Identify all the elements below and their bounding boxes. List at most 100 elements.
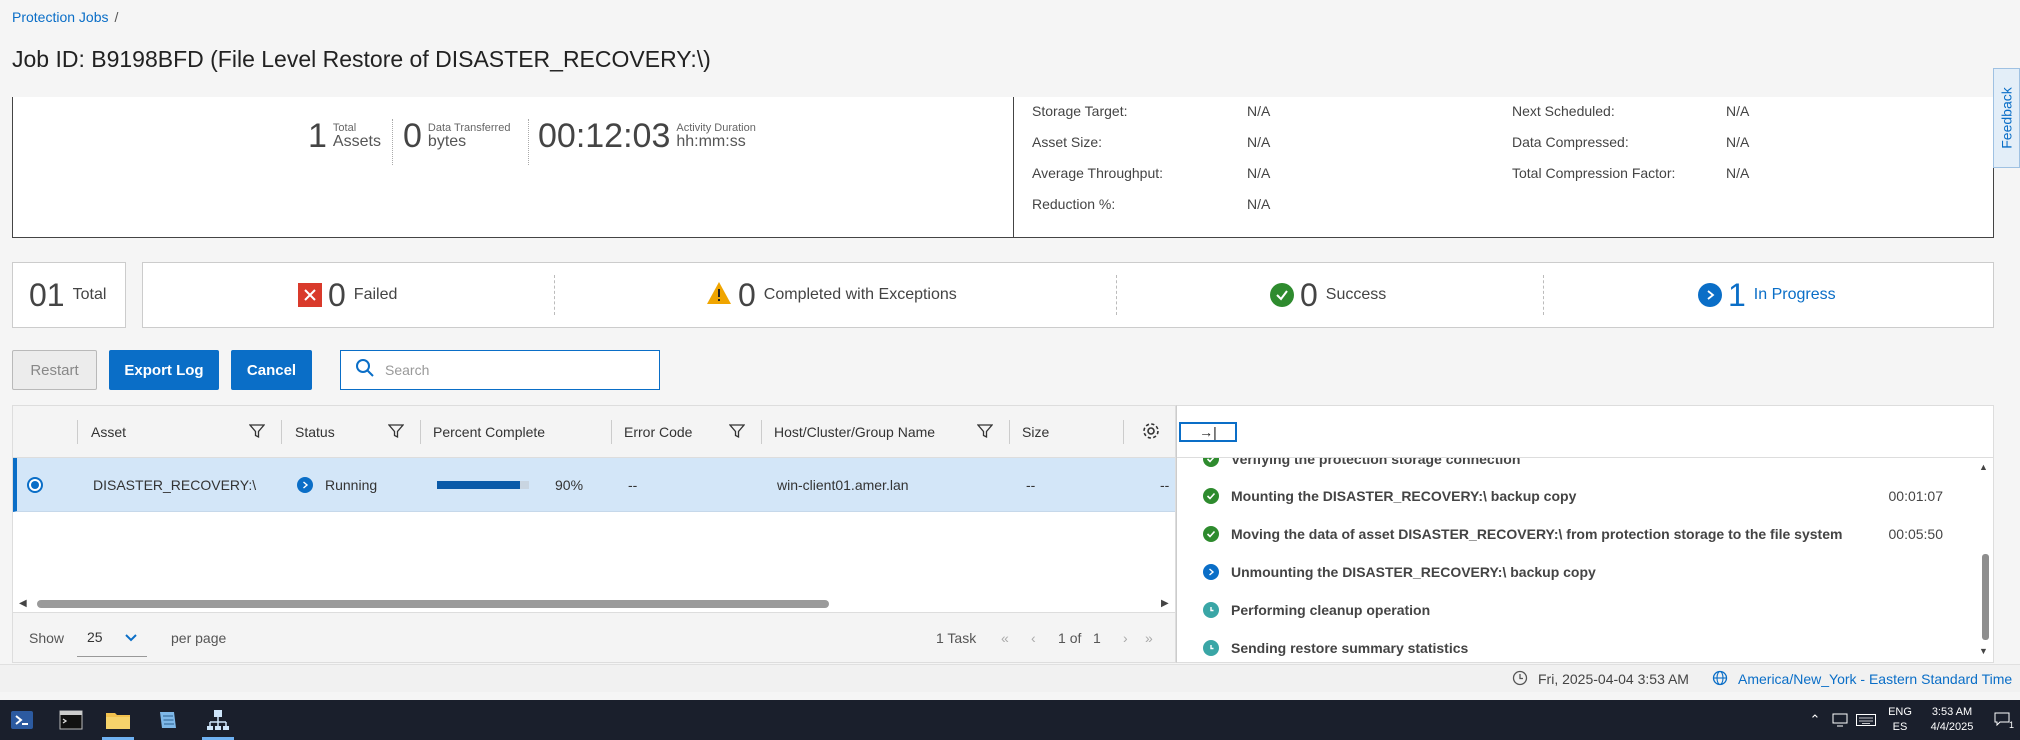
monitor-icon[interactable]	[1830, 700, 1850, 740]
failed-tile[interactable]: 0 Failed	[298, 263, 397, 327]
feedback-tab[interactable]: Feedback	[1993, 68, 2020, 168]
scroll-right-arrow-icon[interactable]: ▶	[1161, 598, 1169, 609]
first-page-icon[interactable]: «	[1001, 613, 1009, 663]
prev-page-icon[interactable]: ‹	[1031, 613, 1036, 663]
clock-pending-icon	[1203, 602, 1219, 618]
in-progress-label: In Progress	[1753, 286, 1836, 303]
cell-status: Running	[297, 458, 377, 512]
breadcrumb-protection-jobs-link[interactable]: Protection Jobs	[12, 9, 109, 25]
page-indicator: 1 of 1	[1058, 613, 1101, 663]
step-item: Performing cleanup operation	[1177, 591, 1957, 629]
column-header-asset[interactable]: Asset	[91, 406, 126, 458]
scroll-left-arrow-icon[interactable]: ◀	[19, 598, 27, 609]
success-check-icon	[1203, 488, 1219, 504]
column-header-size[interactable]: Size	[1022, 406, 1049, 458]
status-summary-bar: 0 Failed 0 Completed with Exceptions 0 S…	[142, 262, 1994, 328]
chevron-up-icon[interactable]: ⌃	[1806, 700, 1824, 740]
table-row[interactable]: DISASTER_RECOVERY:\ Running 90% -- win-c…	[13, 458, 1175, 512]
success-tile[interactable]: 0 Success	[1270, 263, 1386, 327]
cell-percent-complete: 90%	[437, 458, 583, 512]
data-transferred-stat: 0 Data Transferred bytes	[403, 117, 510, 156]
search-input[interactable]	[385, 362, 635, 378]
cell-host: win-client01.amer.lan	[777, 477, 909, 493]
notepad-icon[interactable]	[154, 706, 182, 734]
footer-timezone[interactable]: America/New_York - Eastern Standard Time	[1712, 665, 2012, 693]
data-compressed-label: Data Compressed:	[1512, 134, 1629, 150]
cell-asset: DISASTER_RECOVERY:\	[93, 477, 257, 493]
current-page: 1	[1058, 630, 1066, 646]
host-filter-icon[interactable]	[976, 423, 994, 444]
storage-target-value: N/A	[1247, 103, 1271, 119]
vertical-scrollbar-thumb[interactable]	[1982, 554, 1989, 640]
success-check-icon	[1203, 458, 1219, 467]
gear-icon[interactable]	[1141, 421, 1161, 446]
progress-bar-fill	[437, 481, 520, 489]
cell-error-code: --	[628, 477, 638, 493]
system-clock[interactable]: 3:53 AM 4/4/2025	[1922, 700, 1982, 740]
status-text: Running	[325, 477, 378, 493]
failed-count: 0	[328, 276, 346, 313]
asset-size-value: N/A	[1247, 134, 1271, 150]
notification-count: 1	[2008, 719, 2014, 730]
scroll-up-arrow-icon[interactable]: ▲	[1979, 462, 1988, 472]
file-explorer-icon[interactable]	[104, 706, 132, 734]
cell-overflow: --	[1160, 477, 1170, 493]
step-text: Moving the data of asset DISASTER_RECOVE…	[1231, 526, 1843, 542]
step-item: Sending restore summary statistics	[1177, 629, 1957, 662]
cancel-button[interactable]: Cancel	[231, 350, 312, 390]
notification-center-icon[interactable]: 1	[1990, 700, 2016, 740]
in-progress-play-icon	[1698, 283, 1722, 307]
network-app-icon[interactable]	[204, 706, 232, 734]
table-header: Asset Status Percent Complete Error Code…	[13, 406, 1175, 458]
status-filter-icon[interactable]	[387, 423, 405, 444]
column-header-status[interactable]: Status	[295, 406, 335, 458]
compression-factor-value: N/A	[1726, 165, 1750, 181]
page-size-value: 25	[87, 628, 103, 645]
language-primary: ENG	[1888, 706, 1912, 719]
success-check-icon	[1203, 526, 1219, 542]
row-select-radio[interactable]	[27, 477, 43, 493]
total-count-tile: 01 Total	[12, 262, 126, 328]
step-text: Unmounting the DISASTER_RECOVERY:\ backu…	[1231, 564, 1596, 580]
collapse-panel-button[interactable]: →|	[1179, 422, 1237, 442]
keyboard-icon[interactable]	[1854, 700, 1878, 740]
restart-button[interactable]: Restart	[12, 350, 97, 390]
horizontal-scrollbar-thumb[interactable]	[37, 600, 829, 608]
exceptions-tile[interactable]: 0 Completed with Exceptions	[706, 263, 957, 327]
command-prompt-icon[interactable]	[57, 706, 85, 734]
total-count-label: Total	[72, 286, 107, 303]
powershell-icon[interactable]	[8, 706, 36, 734]
clock-time: 3:53 AM	[1931, 706, 1973, 719]
asset-filter-icon[interactable]	[248, 423, 266, 444]
column-header-percent-complete[interactable]: Percent Complete	[433, 406, 545, 458]
data-compressed-value: N/A	[1726, 134, 1750, 150]
error-code-filter-icon[interactable]	[728, 423, 746, 444]
collapse-arrow-icon: →|	[1199, 424, 1217, 440]
globe-icon	[1712, 670, 1728, 689]
scroll-down-arrow-icon[interactable]: ▼	[1979, 646, 1988, 656]
in-progress-tile[interactable]: 1 In Progress	[1698, 263, 1836, 327]
exceptions-label: Completed with Exceptions	[763, 286, 957, 303]
footer-datetime: Fri, 2025-04-04 3:53 AM	[1512, 665, 1689, 693]
windows-taskbar: ⌃ ENG ES 3:53 AM 4/4/2025 1	[0, 700, 2020, 740]
page-size-select[interactable]: 25	[77, 617, 147, 657]
clock-pending-icon	[1203, 640, 1219, 656]
step-text: Performing cleanup operation	[1231, 602, 1431, 618]
tile-divider	[1543, 275, 1544, 315]
warning-icon	[706, 281, 732, 310]
column-separator	[281, 420, 282, 444]
storage-target-label: Storage Target:	[1032, 103, 1128, 119]
step-item: Unmounting the DISASTER_RECOVERY:\ backu…	[1177, 553, 1957, 591]
compression-factor-label: Total Compression Factor:	[1512, 165, 1676, 181]
status-footer: Fri, 2025-04-04 3:53 AM America/New_York…	[0, 664, 2020, 692]
datetime-text: Fri, 2025-04-04 3:53 AM	[1538, 671, 1689, 687]
column-header-host[interactable]: Host/Cluster/Group Name	[774, 406, 935, 458]
last-page-icon[interactable]: »	[1145, 613, 1153, 663]
column-header-error-code[interactable]: Error Code	[624, 406, 692, 458]
show-label: Show	[29, 630, 65, 646]
search-icon	[355, 358, 375, 383]
export-log-button[interactable]: Export Log	[109, 350, 219, 390]
next-page-icon[interactable]: ›	[1123, 613, 1128, 663]
next-scheduled-value: N/A	[1726, 103, 1750, 119]
language-indicator[interactable]: ENG ES	[1884, 700, 1916, 740]
